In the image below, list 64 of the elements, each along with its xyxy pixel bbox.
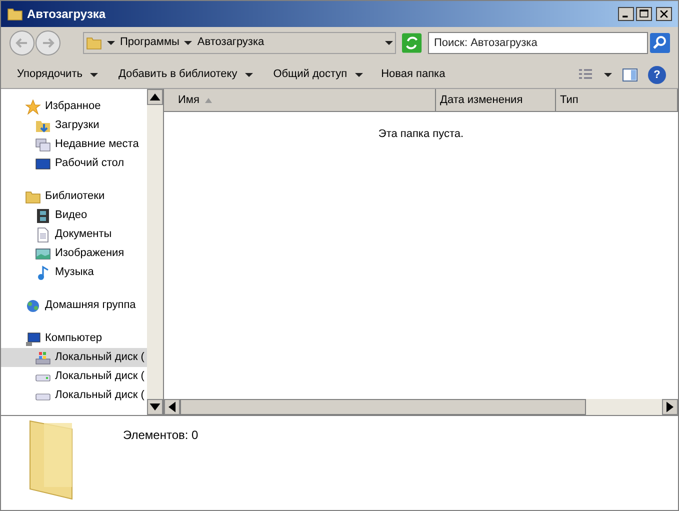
folder-icon [7,6,23,22]
sidebar-item[interactable]: Изображения [1,244,147,263]
scroll-down-icon[interactable] [147,399,163,415]
library-folder-icon [25,188,41,204]
sidebar-item[interactable]: Документы [1,225,147,244]
system-drive-icon [35,350,51,366]
empty-folder-message: Эта папка пуста. [378,127,464,142]
sort-arrow-icon [205,98,212,102]
sidebar-group[interactable]: Библиотеки [1,187,147,206]
sidebar-item[interactable]: Музыка [1,263,147,282]
music-note-icon [35,264,51,280]
folder-icon [86,34,102,50]
picture-icon [35,246,51,262]
address-bar[interactable]: Программы Автозагрузка [83,32,396,54]
toolbar-menu-button[interactable]: Общий доступ [265,64,372,86]
sidebar-item[interactable]: Локальный диск ( [1,367,147,386]
close-icon[interactable] [656,7,672,21]
caret-icon [355,70,364,78]
sidebar-item[interactable]: Локальный диск ( [1,348,147,367]
refresh-icon[interactable] [402,32,422,52]
toolbar-menu-button[interactable]: Добавить в библиотеку [110,64,262,86]
maximize-icon[interactable] [636,7,652,21]
horizontal-scrollbar[interactable] [164,399,678,415]
network-globe-icon [25,298,41,314]
scroll-up-icon[interactable] [147,89,163,105]
sidebar-group[interactable]: Домашняя группа [1,296,147,315]
sidebar-item[interactable]: Загрузки [1,116,147,135]
star-icon [25,98,41,114]
window-title: Автозагрузка [27,6,106,23]
search-icon[interactable] [650,32,670,52]
computer-icon [25,330,41,346]
minimize-icon[interactable] [618,7,634,21]
sidebar-group[interactable]: Избранное [1,97,147,116]
new-folder-button[interactable]: Новая папка [375,64,452,86]
column-header[interactable]: Имя [164,89,436,112]
caret-icon [107,38,115,46]
toolbar-menu-button[interactable]: Упорядочить [9,64,106,86]
caret-icon [184,38,192,46]
item-count: Элементов: 0 [123,427,198,444]
sidebar-item[interactable]: Рабочий стол [1,154,147,173]
preview-pane-icon[interactable] [622,66,638,82]
sidebar-item[interactable]: Видео [1,206,147,225]
breadcrumb[interactable]: Программы [120,34,180,51]
sidebar-item[interactable]: Недавние места [1,135,147,154]
scroll-thumb[interactable] [180,399,586,415]
scrollbar[interactable] [147,89,163,415]
caret-icon [385,38,394,46]
scroll-right-icon[interactable] [662,399,678,415]
breadcrumb[interactable]: Автозагрузка [197,34,264,51]
document-icon [35,226,51,242]
desktop-icon [35,156,51,172]
search-field[interactable]: Поиск: Автозагрузка [428,32,648,54]
large-folder-icon [29,420,73,500]
column-header[interactable]: Тип [556,89,678,112]
film-icon [35,208,51,224]
scroll-left-icon[interactable] [164,399,180,415]
caret-icon [90,70,98,78]
sidebar-item[interactable]: Локальный диск ( [1,386,147,405]
caret-icon [245,70,254,78]
help-button[interactable]: ? [648,66,666,84]
caret-icon [604,70,612,78]
column-header[interactable]: Дата изменения [436,89,556,112]
sidebar-group[interactable]: Компьютер [1,329,147,348]
recent-places-icon [35,136,51,152]
